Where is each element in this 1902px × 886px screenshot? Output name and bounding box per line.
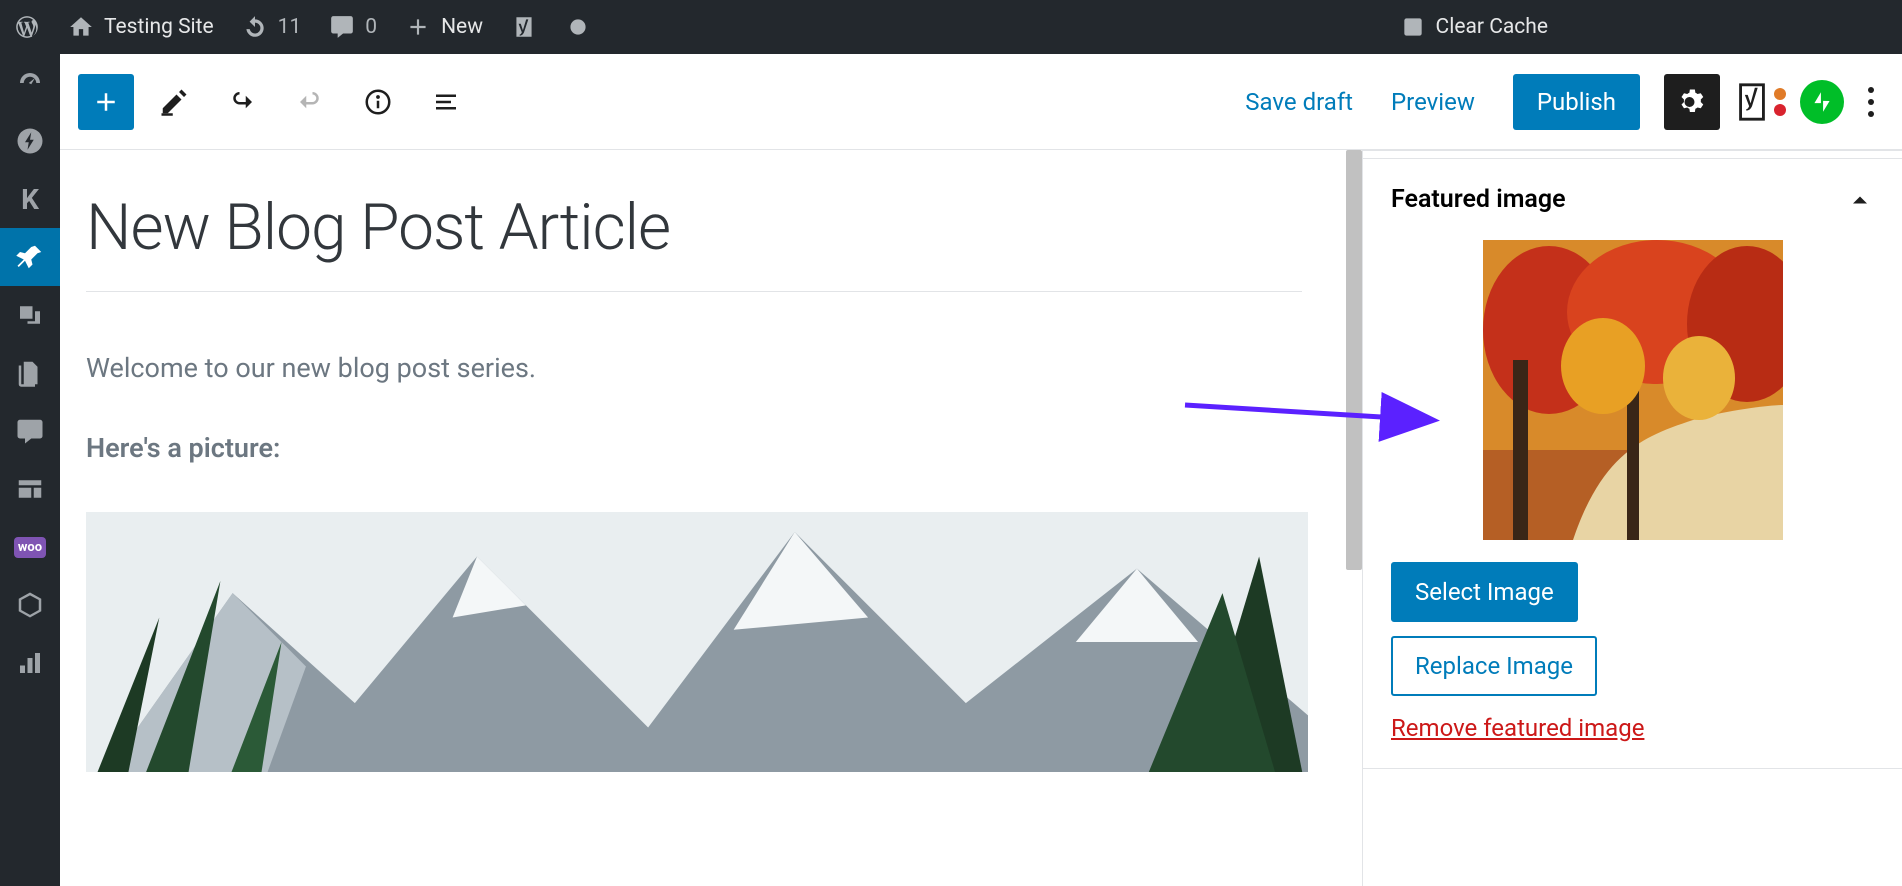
pencil-icon xyxy=(159,87,189,117)
dashboard-icon xyxy=(15,68,45,98)
nav-posts[interactable] xyxy=(0,228,60,286)
featured-image-thumbnail[interactable] xyxy=(1483,240,1783,540)
new-label: New xyxy=(441,15,483,39)
comments-icon xyxy=(15,416,45,446)
nav-amp[interactable] xyxy=(0,112,60,170)
jetpack-button[interactable] xyxy=(1800,80,1844,124)
k-letter-icon: K xyxy=(21,183,39,216)
nav-pages[interactable] xyxy=(0,344,60,402)
post-image[interactable] xyxy=(86,512,1308,772)
yoast-y-icon xyxy=(1734,82,1770,122)
editor-canvas[interactable]: New Blog Post Article Welcome to our new… xyxy=(60,150,1362,886)
plus-icon xyxy=(91,87,121,117)
box-icon xyxy=(15,590,45,620)
outline-icon xyxy=(431,87,461,117)
mountain-illustration xyxy=(86,512,1308,772)
wordpress-icon xyxy=(14,14,40,40)
nav-kinsta[interactable]: K xyxy=(0,170,60,228)
remove-featured-image-link[interactable]: Remove featured image xyxy=(1391,714,1644,742)
home-icon xyxy=(68,14,94,40)
undo-icon xyxy=(227,87,257,117)
pin-icon xyxy=(15,242,45,272)
site-name: Testing Site xyxy=(104,15,214,39)
refresh-icon xyxy=(242,14,268,40)
jetpack-icon xyxy=(1809,89,1835,115)
yoast-dot-red xyxy=(1774,104,1786,116)
redo-button[interactable] xyxy=(282,74,338,130)
pages-icon xyxy=(15,358,45,388)
select-image-button[interactable]: Select Image xyxy=(1391,562,1578,622)
circle-icon xyxy=(565,14,591,40)
info-icon xyxy=(363,87,393,117)
replace-image-button[interactable]: Replace Image xyxy=(1391,636,1597,696)
cache-icon xyxy=(1400,14,1426,40)
preview-button[interactable]: Preview xyxy=(1391,88,1475,116)
nav-analytics[interactable] xyxy=(0,634,60,692)
yoast-button[interactable] xyxy=(1734,82,1786,122)
featured-image-toggle[interactable]: Featured image xyxy=(1391,185,1874,214)
gear-icon xyxy=(1677,87,1707,117)
edit-mode-button[interactable] xyxy=(146,74,202,130)
settings-button[interactable] xyxy=(1664,74,1720,130)
nav-media[interactable] xyxy=(0,286,60,344)
updates-count: 11 xyxy=(278,15,302,39)
clear-cache[interactable]: Clear Cache xyxy=(1386,0,1562,54)
plus-icon xyxy=(405,14,431,40)
nav-comments[interactable] xyxy=(0,402,60,460)
yoast-icon xyxy=(511,14,537,40)
new-content[interactable]: New xyxy=(391,0,497,54)
nav-dashboard[interactable] xyxy=(0,54,60,112)
editor-header: Save draft Preview Publish xyxy=(60,54,1902,150)
site-link[interactable]: Testing Site xyxy=(54,0,228,54)
yoast-dot-orange xyxy=(1774,88,1786,100)
redo-icon xyxy=(295,87,325,117)
save-draft-button[interactable]: Save draft xyxy=(1245,88,1353,116)
bars-icon xyxy=(15,648,45,678)
wp-admin-bar: Testing Site 11 0 New Clear Cache xyxy=(0,0,1902,54)
nav-forms[interactable] xyxy=(0,460,60,518)
woo-icon: woo xyxy=(14,537,46,558)
status-dot[interactable] xyxy=(551,0,605,54)
settings-sidebar: Featured image Select Image Replace Imag… xyxy=(1362,150,1902,886)
yoast-adminbar[interactable] xyxy=(497,0,551,54)
clear-cache-label: Clear Cache xyxy=(1436,15,1548,39)
undo-button[interactable] xyxy=(214,74,270,130)
updates[interactable]: 11 xyxy=(228,0,316,54)
comments-count: 0 xyxy=(365,15,377,39)
more-menu[interactable] xyxy=(1858,87,1884,117)
nav-products[interactable] xyxy=(0,576,60,634)
canvas-scrollbar[interactable] xyxy=(1346,150,1362,886)
wp-logo[interactable] xyxy=(0,0,54,54)
post-intro[interactable]: Welcome to our new blog post series. xyxy=(86,352,1342,384)
nav-woocommerce[interactable]: woo xyxy=(0,518,60,576)
admin-sidebar: K woo xyxy=(0,54,60,886)
chevron-up-icon xyxy=(1846,186,1874,214)
add-block-button[interactable] xyxy=(78,74,134,130)
featured-image-panel: Featured image Select Image Replace Imag… xyxy=(1363,159,1902,769)
form-icon xyxy=(15,474,45,504)
post-picture-caption[interactable]: Here's a picture: xyxy=(86,432,1342,464)
post-title[interactable]: New Blog Post Article xyxy=(86,190,1302,292)
outline-button[interactable] xyxy=(418,74,474,130)
publish-button[interactable]: Publish xyxy=(1513,74,1640,130)
scrollbar-thumb[interactable] xyxy=(1346,150,1362,570)
info-button[interactable] xyxy=(350,74,406,130)
media-icon xyxy=(15,300,45,330)
featured-image-heading: Featured image xyxy=(1391,185,1566,214)
comment-icon xyxy=(329,14,355,40)
amp-icon xyxy=(15,126,45,156)
comments[interactable]: 0 xyxy=(315,0,391,54)
